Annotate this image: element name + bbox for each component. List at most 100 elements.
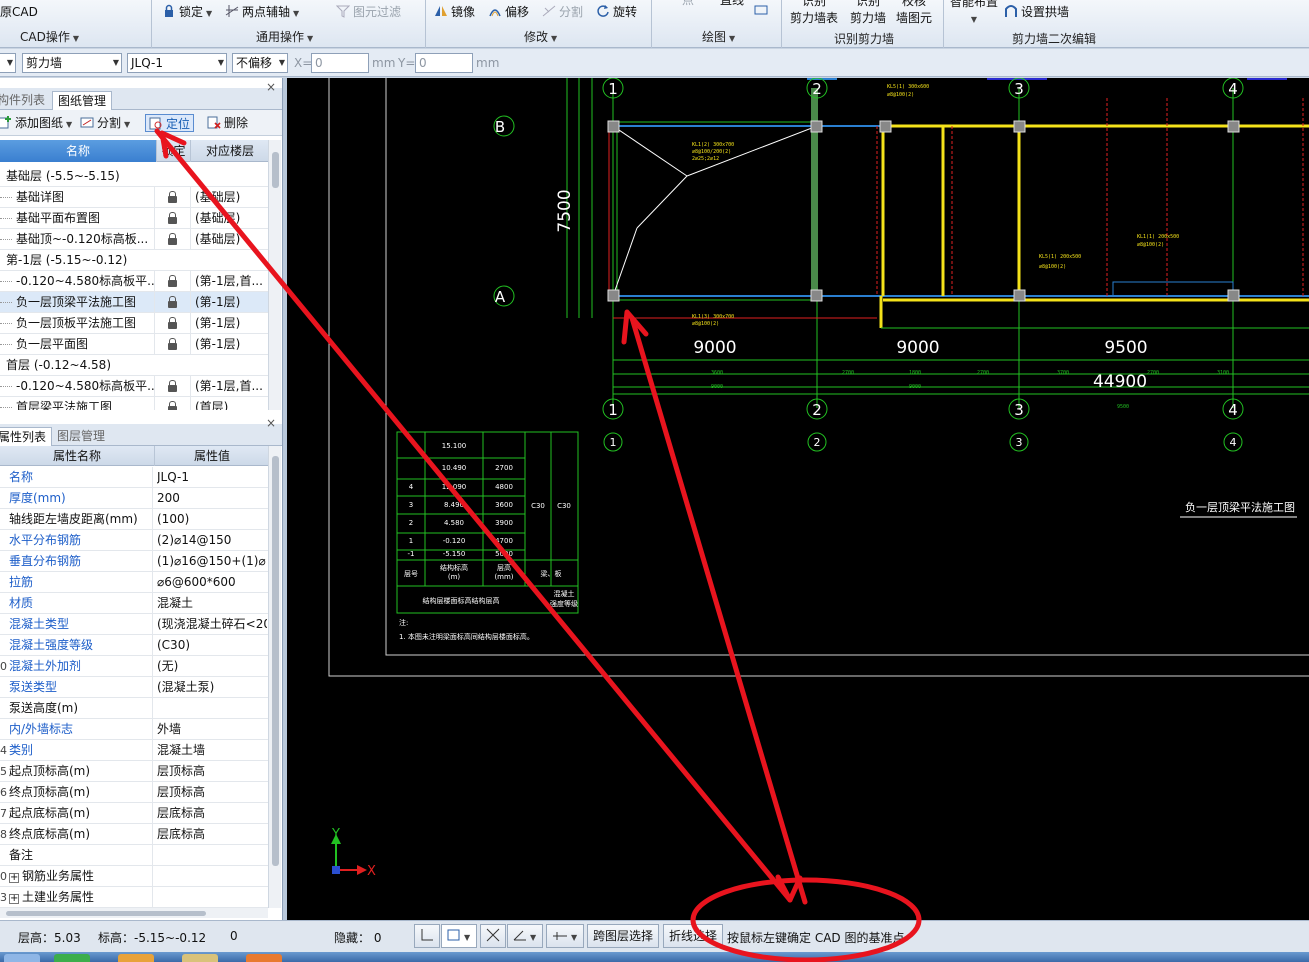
tab-drawing-management[interactable]: 图纸管理 (52, 91, 113, 110)
property-value[interactable]: 层顶标高 (157, 761, 267, 782)
column-header-floor[interactable]: 对应楼层 (191, 140, 270, 162)
mirror-button[interactable]: 镜像 (434, 3, 475, 21)
property-value[interactable]: (C30) (157, 635, 267, 656)
scroll-thumb[interactable] (272, 456, 279, 866)
drawing-row[interactable]: 基础顶~-0.120标高板... (基础层) (0, 229, 268, 250)
property-row[interactable]: 8 终点底标高(m) 层底标高 (0, 824, 268, 845)
property-row[interactable]: 3 + 土建业务属性 (0, 887, 268, 908)
set-arch-wall-button[interactable]: 设置拱墙 (1004, 3, 1069, 21)
drawing-row[interactable]: 基础平面布置图 (基础层) (0, 208, 268, 229)
lock-cell[interactable] (155, 397, 191, 410)
modify-menu[interactable]: 修改 ▼ (524, 28, 557, 45)
taskbar-app[interactable] (118, 954, 154, 962)
property-value[interactable]: 层底标高 (157, 803, 267, 824)
property-value[interactable] (157, 866, 267, 887)
smart-layout-button[interactable]: 智能布置 ▼ (950, 0, 998, 24)
property-value[interactable]: (1)⌀16@150+(1)⌀ (157, 551, 267, 572)
identify-wall-table-button[interactable]: 识别 剪力墙表 (790, 0, 838, 25)
element-name-combo[interactable]: JLQ-1 ▼ (127, 53, 227, 73)
property-row[interactable]: 4 类别 混凝土墙 (0, 740, 268, 761)
lock-cell[interactable] (155, 187, 191, 208)
taskbar-app[interactable] (4, 954, 40, 962)
property-row[interactable]: 7 起点底标高(m) 层底标高 (0, 803, 268, 824)
scroll-thumb[interactable] (272, 152, 279, 188)
property-row[interactable]: 0 混凝土外加剂 (无) (0, 656, 268, 677)
delete-drawing-button[interactable]: 删除 (207, 114, 248, 132)
drawing-list-scrollbar[interactable] (268, 140, 281, 410)
property-value[interactable] (157, 698, 267, 719)
property-value[interactable]: (2)⌀14@150 (157, 530, 267, 551)
property-value[interactable]: (混凝土泵) (157, 677, 267, 698)
property-value[interactable]: (现浇混凝土碎石<20 (157, 614, 267, 635)
floor-group-row[interactable]: 基础层 (-5.5~-5.15) (0, 166, 268, 187)
taskbar-app[interactable] (54, 954, 90, 962)
property-row[interactable]: 5 起点顶标高(m) 层顶标高 (0, 761, 268, 782)
floor-group-row[interactable]: 首层 (-0.12~4.58) (0, 355, 268, 376)
property-value[interactable]: 混凝土 (157, 593, 267, 614)
column-header-name[interactable]: 名称 (0, 140, 157, 162)
cross-toggle[interactable] (480, 924, 506, 948)
property-row[interactable]: 0 + 钢筋业务属性 (0, 866, 268, 887)
split-button[interactable]: 分割 (542, 3, 583, 21)
floor-group-row[interactable]: 第-1层 (-5.15~-0.12) (0, 250, 268, 271)
offset-mode-combo[interactable]: 不偏移 ▼ (232, 53, 288, 73)
draw-menu[interactable]: 绘图 ▼ (702, 28, 735, 45)
property-value[interactable]: 层顶标高 (157, 782, 267, 803)
tab-component-list[interactable]: 构件列表 (0, 91, 50, 110)
property-row[interactable]: 拉筋 ⌀6@600*600 (0, 572, 268, 593)
tab-layer-management[interactable]: 图层管理 (52, 427, 110, 446)
drawing-row[interactable]: 负一层顶梁平法施工图 (第-1层) (0, 292, 268, 313)
y-offset-input[interactable]: 0 (415, 53, 473, 73)
property-list-scrollbar[interactable] (268, 446, 281, 908)
drawing-row[interactable]: 基础详图 (基础层) (0, 187, 268, 208)
tab-property-list[interactable]: 属性列表 (0, 427, 53, 446)
expand-icon[interactable]: + (9, 873, 19, 883)
lock-cell[interactable] (155, 292, 191, 313)
cross-layer-select-button[interactable]: 跨图层选择 (587, 924, 660, 948)
lock-cell[interactable] (155, 271, 191, 292)
property-row[interactable]: 泵送高度(m) (0, 698, 268, 719)
property-value[interactable]: (100) (157, 509, 267, 530)
check-wall-element-button[interactable]: 校核 墙图元 (896, 0, 932, 25)
lock-cell[interactable] (155, 313, 191, 334)
element-type-combo[interactable]: 剪力墙 ▼ (22, 53, 122, 73)
layer-combo[interactable]: ▼ (0, 53, 16, 73)
property-row[interactable]: 名称 JLQ-1 (0, 467, 268, 488)
property-value[interactable]: (无) (157, 656, 267, 677)
offset-button[interactable]: 偏移 (488, 3, 529, 21)
cad-canvas[interactable]: KL1(2) 300x700 ⌀8@100/200(2) 2⌀25;2⌀12 KL1… (287, 78, 1309, 920)
property-row[interactable]: 混凝土类型 (现浇混凝土碎石<20 (0, 614, 268, 635)
property-row[interactable]: 泵送类型 (混凝土泵) (0, 677, 268, 698)
lock-cell[interactable] (155, 208, 191, 229)
element-filter-button[interactable]: 图元过滤 (336, 3, 401, 21)
property-value[interactable] (157, 887, 267, 908)
property-value[interactable]: 外墙 (157, 719, 267, 740)
property-value[interactable]: 混凝土墙 (157, 740, 267, 761)
lock-cell[interactable] (155, 229, 191, 250)
snap-dropdown[interactable]: ▼ (441, 924, 477, 948)
line-button[interactable]: 直线 (720, 0, 744, 9)
property-row[interactable]: 内/外墙标志 外墙 (0, 719, 268, 740)
property-value[interactable]: 200 (157, 488, 267, 509)
angle-dropdown[interactable]: ▼ (507, 924, 543, 948)
taskbar-app[interactable] (246, 954, 282, 962)
property-value[interactable] (157, 845, 267, 866)
property-row[interactable]: 6 终点顶标高(m) 层顶标高 (0, 782, 268, 803)
lock-cell[interactable] (155, 376, 191, 397)
rotate-button[interactable]: 旋转 (596, 3, 637, 21)
property-row[interactable]: 混凝土强度等级 (C30) (0, 635, 268, 656)
polyline-select-button[interactable]: 折线选择 (663, 924, 724, 948)
taskbar-app[interactable] (182, 954, 218, 962)
property-row[interactable]: 水平分布钢筋 (2)⌀14@150 (0, 530, 268, 551)
split-drawing-button[interactable]: 分割 ▼ (80, 114, 130, 132)
lock-cell[interactable] (155, 334, 191, 355)
scroll-thumb[interactable] (6, 911, 206, 916)
property-value[interactable]: JLQ-1 (157, 467, 267, 488)
property-row[interactable]: 材质 混凝土 (0, 593, 268, 614)
property-row[interactable]: 备注 (0, 845, 268, 866)
property-value[interactable]: ⌀6@600*600 (157, 572, 267, 593)
drawing-row[interactable]: -0.120~4.580标高板平... (第-1层,首... (0, 271, 268, 292)
drawing-row[interactable]: 负一层顶板平法施工图 (第-1层) (0, 313, 268, 334)
add-drawing-button[interactable]: 添加图纸 ▼ (0, 114, 72, 132)
display-dropdown[interactable]: ▼ (546, 924, 584, 948)
